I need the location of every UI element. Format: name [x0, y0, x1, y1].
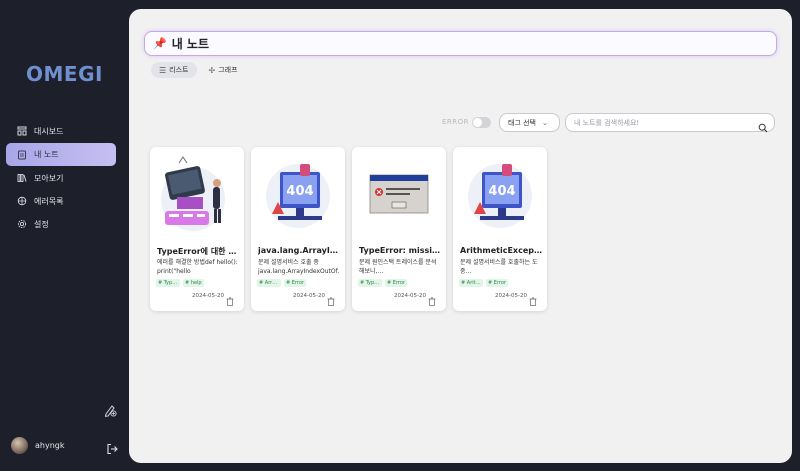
sidebar-item-label: 설정 — [34, 219, 49, 229]
sidebar: OMEGI 대시보드 내 노트 모아보기 에러목록 설정 ahyngk — [0, 0, 128, 471]
sidebar-item-collection[interactable]: 모아보기 — [6, 167, 116, 189]
error-toggle[interactable] — [472, 117, 491, 128]
tag-badge[interactable]: # Error — [486, 279, 508, 287]
card-description: 에러를 해결한 방법def hello(): print("hello Worl… — [157, 259, 238, 275]
tag-badge[interactable]: # TypeE.. — [156, 279, 180, 287]
logout-icon[interactable] — [106, 440, 118, 455]
card-date: 2024-05-20 — [293, 293, 325, 299]
svg-text:404: 404 — [488, 184, 515, 199]
page-title-bar[interactable]: 📌 내 노트 — [144, 31, 777, 56]
tag-select-label: 태그 선택 — [508, 118, 536, 127]
card-description: 문제 설명서비스를 호출하는 도중… — [460, 259, 538, 275]
tag-select[interactable]: 태그 선택 ⌄ — [499, 113, 560, 132]
sidebar-item-label: 대시보드 — [34, 126, 64, 136]
sidebar-item-dashboard[interactable]: 대시보드 — [6, 120, 116, 142]
note-card[interactable]: 404 java.lang.ArrayInd… 문제 설명서비스 호출 중 ja… — [251, 147, 345, 311]
search-input[interactable] — [574, 118, 754, 127]
tab-label: 리스트 — [169, 66, 189, 74]
tag-badge[interactable]: # help — [183, 279, 204, 287]
tag-badge[interactable]: # Array.. — [257, 279, 281, 287]
sidebar-item-settings[interactable]: 설정 — [6, 213, 116, 235]
error-filter-label: ERROR — [442, 118, 470, 126]
card-tags: # TypeE.. # help — [156, 279, 207, 287]
card-thumbnail-404: 404 — [453, 147, 547, 241]
tag-badge[interactable]: # Arith.. — [459, 279, 483, 287]
user-profile[interactable]: ahyngk — [11, 437, 65, 454]
card-date: 2024-05-20 — [192, 293, 224, 299]
sidebar-item-label: 내 노트 — [34, 150, 59, 159]
avatar[interactable] — [11, 437, 28, 454]
card-title: TypeError에 대한 … — [157, 247, 237, 256]
user-name: ahyngk — [35, 441, 65, 450]
card-thumbnail-computer-error — [150, 147, 244, 241]
card-description: 문제 설명서비스 호출 중 java.lang.ArrayIndexOutOf… — [258, 259, 340, 275]
card-title: java.lang.ArrayInd… — [258, 246, 340, 255]
sidebar-nav: 대시보드 내 노트 모아보기 에러목록 설정 — [6, 120, 116, 236]
card-thumbnail-error-dialog — [352, 147, 446, 241]
note-card[interactable]: TypeError에 대한 … 에러를 해결한 방법def hello(): p… — [150, 147, 244, 311]
search-icon[interactable] — [758, 118, 768, 133]
card-tags: # Array.. # Error — [257, 279, 309, 287]
tab-graph[interactable]: ✢ 그래프 — [201, 62, 246, 78]
card-tags: # TypeE.. # Error — [358, 279, 410, 287]
tab-label: 그래프 — [218, 66, 238, 74]
page-title: 내 노트 — [171, 37, 210, 51]
sidebar-item-errors[interactable]: 에러목록 — [6, 190, 116, 212]
note-card[interactable]: 404 ArithmeticExceptio… 문제 설명서비스를 호출하는 도… — [453, 147, 547, 311]
collection-icon — [16, 172, 28, 184]
card-thumbnail-404: 404 — [251, 147, 345, 241]
trash-icon[interactable] — [226, 291, 234, 306]
note-icon — [16, 149, 28, 161]
trash-icon[interactable] — [428, 291, 436, 306]
card-title: TypeError: missing… — [359, 246, 441, 255]
note-card-list: TypeError에 대한 … 에러를 해결한 방법def hello(): p… — [150, 147, 554, 311]
app-logo[interactable]: OMEGI — [26, 62, 103, 86]
sidebar-item-my-notes[interactable]: 내 노트 — [6, 143, 116, 166]
trash-icon[interactable] — [327, 291, 335, 306]
view-tabs: ☰ 리스트 ✢ 그래프 — [151, 62, 250, 78]
tag-badge[interactable]: # Error — [385, 279, 407, 287]
card-description: 문제 원인스택 트레이스를 분석해보니,… — [359, 259, 437, 275]
tag-badge[interactable]: # TypeE.. — [358, 279, 382, 287]
trash-icon[interactable] — [529, 291, 537, 306]
sidebar-item-label: 에러목록 — [34, 196, 64, 206]
graph-icon: ✢ — [208, 65, 216, 75]
note-card[interactable]: TypeError: missing… 문제 원인스택 트레이스를 분석해보니,… — [352, 147, 446, 311]
chevron-down-icon: ⌄ — [542, 118, 548, 127]
new-note-icon[interactable] — [103, 402, 117, 417]
card-date: 2024-05-20 — [495, 293, 527, 299]
sidebar-item-label: 모아보기 — [34, 173, 64, 183]
main-panel: 📌 내 노트 ☰ 리스트 ✢ 그래프 ERROR 태그 선택 ⌄ 내 노트를 검… — [129, 9, 792, 463]
tag-badge[interactable]: # Error — [284, 279, 306, 287]
bug-icon — [16, 195, 28, 207]
gear-icon — [16, 218, 28, 230]
pin-icon: 📌 — [153, 37, 167, 50]
search-box — [565, 113, 775, 133]
dashboard-icon — [16, 125, 28, 137]
card-tags: # Arith.. # Error — [459, 279, 511, 287]
list-icon: ☰ — [159, 65, 167, 75]
svg-text:404: 404 — [286, 184, 313, 199]
tab-list[interactable]: ☰ 리스트 — [151, 62, 197, 78]
card-title: ArithmeticExceptio… — [460, 246, 542, 255]
card-date: 2024-05-20 — [394, 293, 426, 299]
